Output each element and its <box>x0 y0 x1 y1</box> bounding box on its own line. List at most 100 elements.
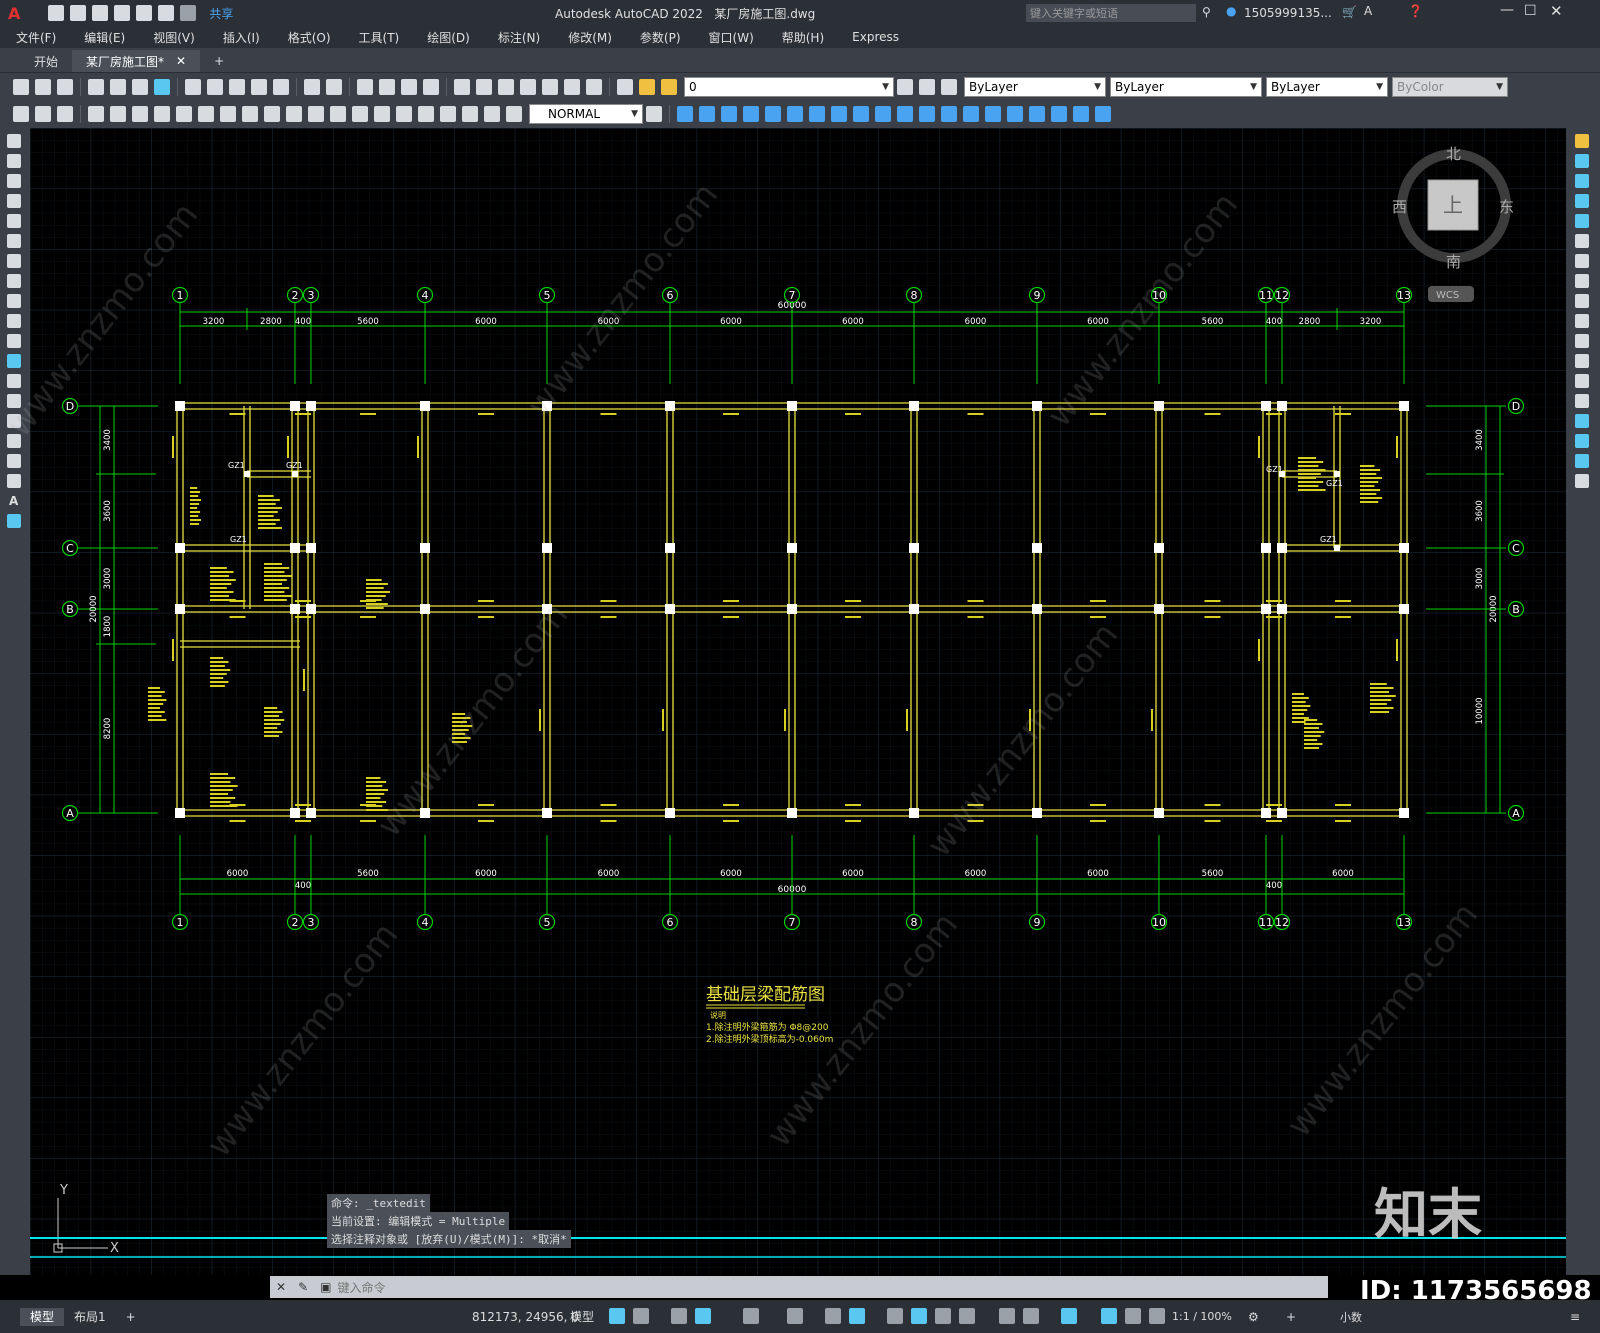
scale-icon[interactable] <box>831 106 847 122</box>
tolerance-icon[interactable] <box>374 106 390 122</box>
menu-tools[interactable]: 工具(T) <box>359 29 400 46</box>
infer-icon[interactable] <box>671 1308 687 1324</box>
explode-v-icon[interactable] <box>1575 474 1589 488</box>
edit-spline-icon[interactable] <box>1051 106 1067 122</box>
polygon-icon[interactable] <box>57 106 73 122</box>
menu-parametric[interactable]: 参数(P) <box>640 29 681 46</box>
drawing-title[interactable]: 基础层梁配筋图 <box>706 985 825 1005</box>
layout-tab-model[interactable]: 模型 <box>20 1307 65 1326</box>
offset-v-icon[interactable] <box>1575 194 1589 208</box>
matchprop-icon[interactable] <box>251 78 267 95</box>
draw-line-icon[interactable] <box>13 106 29 122</box>
construction-line-icon[interactable] <box>7 154 21 168</box>
insert-block-icon[interactable] <box>7 354 21 368</box>
zoom-realtime-icon[interactable] <box>379 78 395 95</box>
viewcube-top[interactable]: 上 <box>1443 193 1463 217</box>
explode-icon[interactable] <box>1007 106 1023 122</box>
grid-icon[interactable] <box>609 1308 625 1324</box>
customize-icon[interactable]: ≡ <box>1570 1310 1580 1324</box>
menu-insert[interactable]: 插入(I) <box>223 29 260 46</box>
dim-aligned-icon[interactable] <box>110 106 126 122</box>
edit-polyline-icon[interactable] <box>1029 106 1045 122</box>
qnew-icon[interactable] <box>13 78 29 95</box>
zoom-previous-icon[interactable] <box>423 78 439 95</box>
menu-dimension[interactable]: 标注(N) <box>498 29 540 46</box>
table-icon[interactable] <box>7 474 21 488</box>
hatch-icon[interactable] <box>7 414 21 428</box>
layer-freeze-icon[interactable] <box>661 78 677 95</box>
scale-v-icon[interactable] <box>1575 274 1589 288</box>
annotation-scale-icon[interactable] <box>1149 1308 1165 1324</box>
saveas-icon[interactable] <box>114 5 131 21</box>
snap-icon[interactable] <box>633 1308 649 1324</box>
toolpalette-icon[interactable] <box>498 78 514 95</box>
break-icon[interactable] <box>919 106 935 122</box>
command-customize-icon[interactable]: ✎ <box>298 1280 308 1294</box>
stretch-v-icon[interactable] <box>1575 294 1589 308</box>
preview-icon[interactable] <box>110 78 126 95</box>
plotstyle-dropdown[interactable]: ByColor ▼ <box>1392 76 1508 97</box>
help-tool-icon[interactable] <box>586 78 602 95</box>
dimstyle-icon[interactable] <box>646 106 662 122</box>
move-v-icon[interactable] <box>1575 234 1589 248</box>
join-icon[interactable] <box>941 106 957 122</box>
trim-icon[interactable] <box>875 106 891 122</box>
redo-icon[interactable] <box>180 5 197 21</box>
annotation-scale-value[interactable]: 1:1 / 100% <box>1172 1310 1232 1323</box>
fillet-icon[interactable] <box>985 106 1001 122</box>
close-icon[interactable]: ✕ <box>1550 2 1563 20</box>
note-heading[interactable]: 说明 <box>710 1010 726 1020</box>
dim-jogged-icon[interactable] <box>198 106 214 122</box>
ortho-icon[interactable] <box>695 1308 711 1324</box>
ellipse-icon[interactable] <box>7 314 21 328</box>
viewcube-west[interactable]: 西 <box>1392 198 1407 216</box>
menu-file[interactable]: 文件(F) <box>16 29 56 46</box>
gizmo-icon[interactable] <box>1061 1308 1077 1324</box>
auto-scale-icon[interactable] <box>1125 1308 1141 1324</box>
edit-array-icon[interactable] <box>1095 106 1111 122</box>
array-v-icon[interactable] <box>1575 214 1589 228</box>
layout-tab-1[interactable]: 布局1 <box>64 1308 116 1326</box>
viewcube-south[interactable]: 南 <box>1446 253 1461 271</box>
array-icon[interactable] <box>765 106 781 122</box>
search-icon[interactable]: ⚲ <box>1202 5 1211 19</box>
designcenter-icon[interactable] <box>476 78 492 95</box>
transparency-icon[interactable] <box>911 1308 927 1324</box>
annotation-monitor-icon[interactable]: + <box>1286 1310 1296 1324</box>
undo-tool-icon[interactable] <box>304 78 320 95</box>
quick-dim-icon[interactable] <box>264 106 280 122</box>
add-layout-button[interactable]: + <box>116 1308 146 1326</box>
share-button[interactable]: 共享 <box>209 5 233 22</box>
properties-icon[interactable] <box>454 78 470 95</box>
viewcube-north[interactable]: 北 <box>1446 145 1461 163</box>
dim-baseline-icon[interactable] <box>286 106 302 122</box>
viewcube-east[interactable]: 东 <box>1499 198 1514 216</box>
dynamic-ucs-icon[interactable] <box>999 1308 1015 1324</box>
menu-window[interactable]: 窗口(W) <box>709 29 754 46</box>
dim-radius-icon[interactable] <box>176 106 192 122</box>
selection-filter-icon[interactable] <box>1023 1308 1039 1324</box>
make-current-icon[interactable] <box>897 78 913 95</box>
menu-help[interactable]: 帮助(H) <box>782 29 824 46</box>
paste-icon[interactable] <box>229 78 245 95</box>
cart-icon[interactable]: 🛒 <box>1342 5 1357 19</box>
point-icon[interactable] <box>7 394 21 408</box>
menu-express[interactable]: Express <box>852 30 899 44</box>
menu-edit[interactable]: 编辑(E) <box>84 29 125 46</box>
dim-angular-icon[interactable] <box>242 106 258 122</box>
cut-icon[interactable] <box>185 78 201 95</box>
lineweight-dropdown[interactable]: ByLayer ▼ <box>1266 76 1388 97</box>
mirror-v-icon[interactable] <box>1575 174 1589 188</box>
polyline-v-icon[interactable] <box>7 174 21 188</box>
revcloud-icon[interactable] <box>7 274 21 288</box>
maximize-icon[interactable]: ☐ <box>1524 3 1537 19</box>
polygon-v-icon[interactable] <box>7 194 21 208</box>
save-icon[interactable] <box>92 5 109 21</box>
add-selected-icon[interactable] <box>7 514 21 528</box>
osnap-icon[interactable] <box>825 1308 841 1324</box>
annotation-visibility-icon[interactable] <box>1101 1308 1117 1324</box>
copy-obj-icon[interactable] <box>699 106 715 122</box>
print-icon[interactable] <box>88 78 104 95</box>
move-icon[interactable] <box>787 106 803 122</box>
isodraft-icon[interactable] <box>787 1308 803 1324</box>
